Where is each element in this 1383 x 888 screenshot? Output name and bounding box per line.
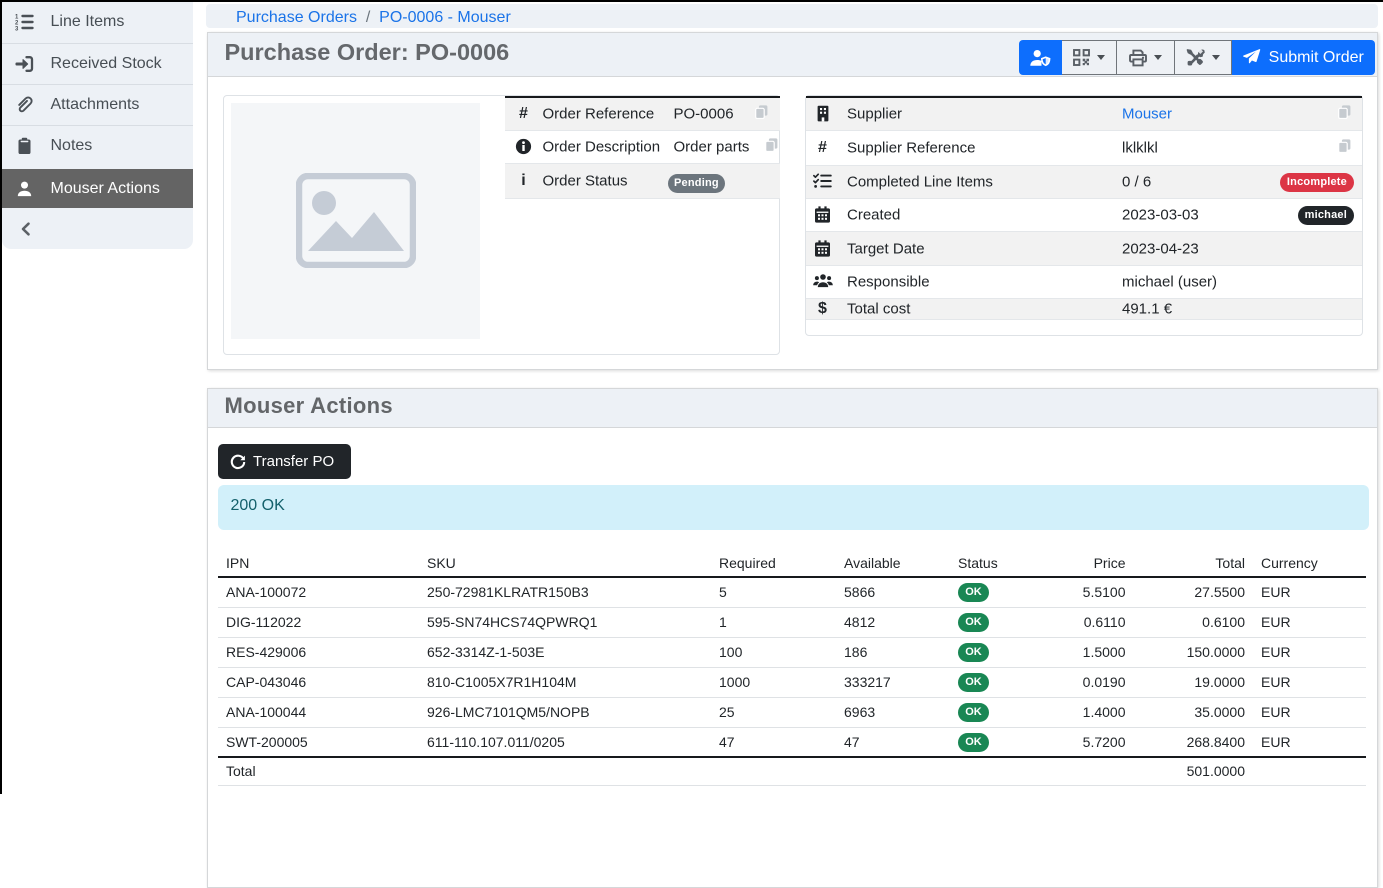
svg-text:3: 3 <box>15 27 19 32</box>
